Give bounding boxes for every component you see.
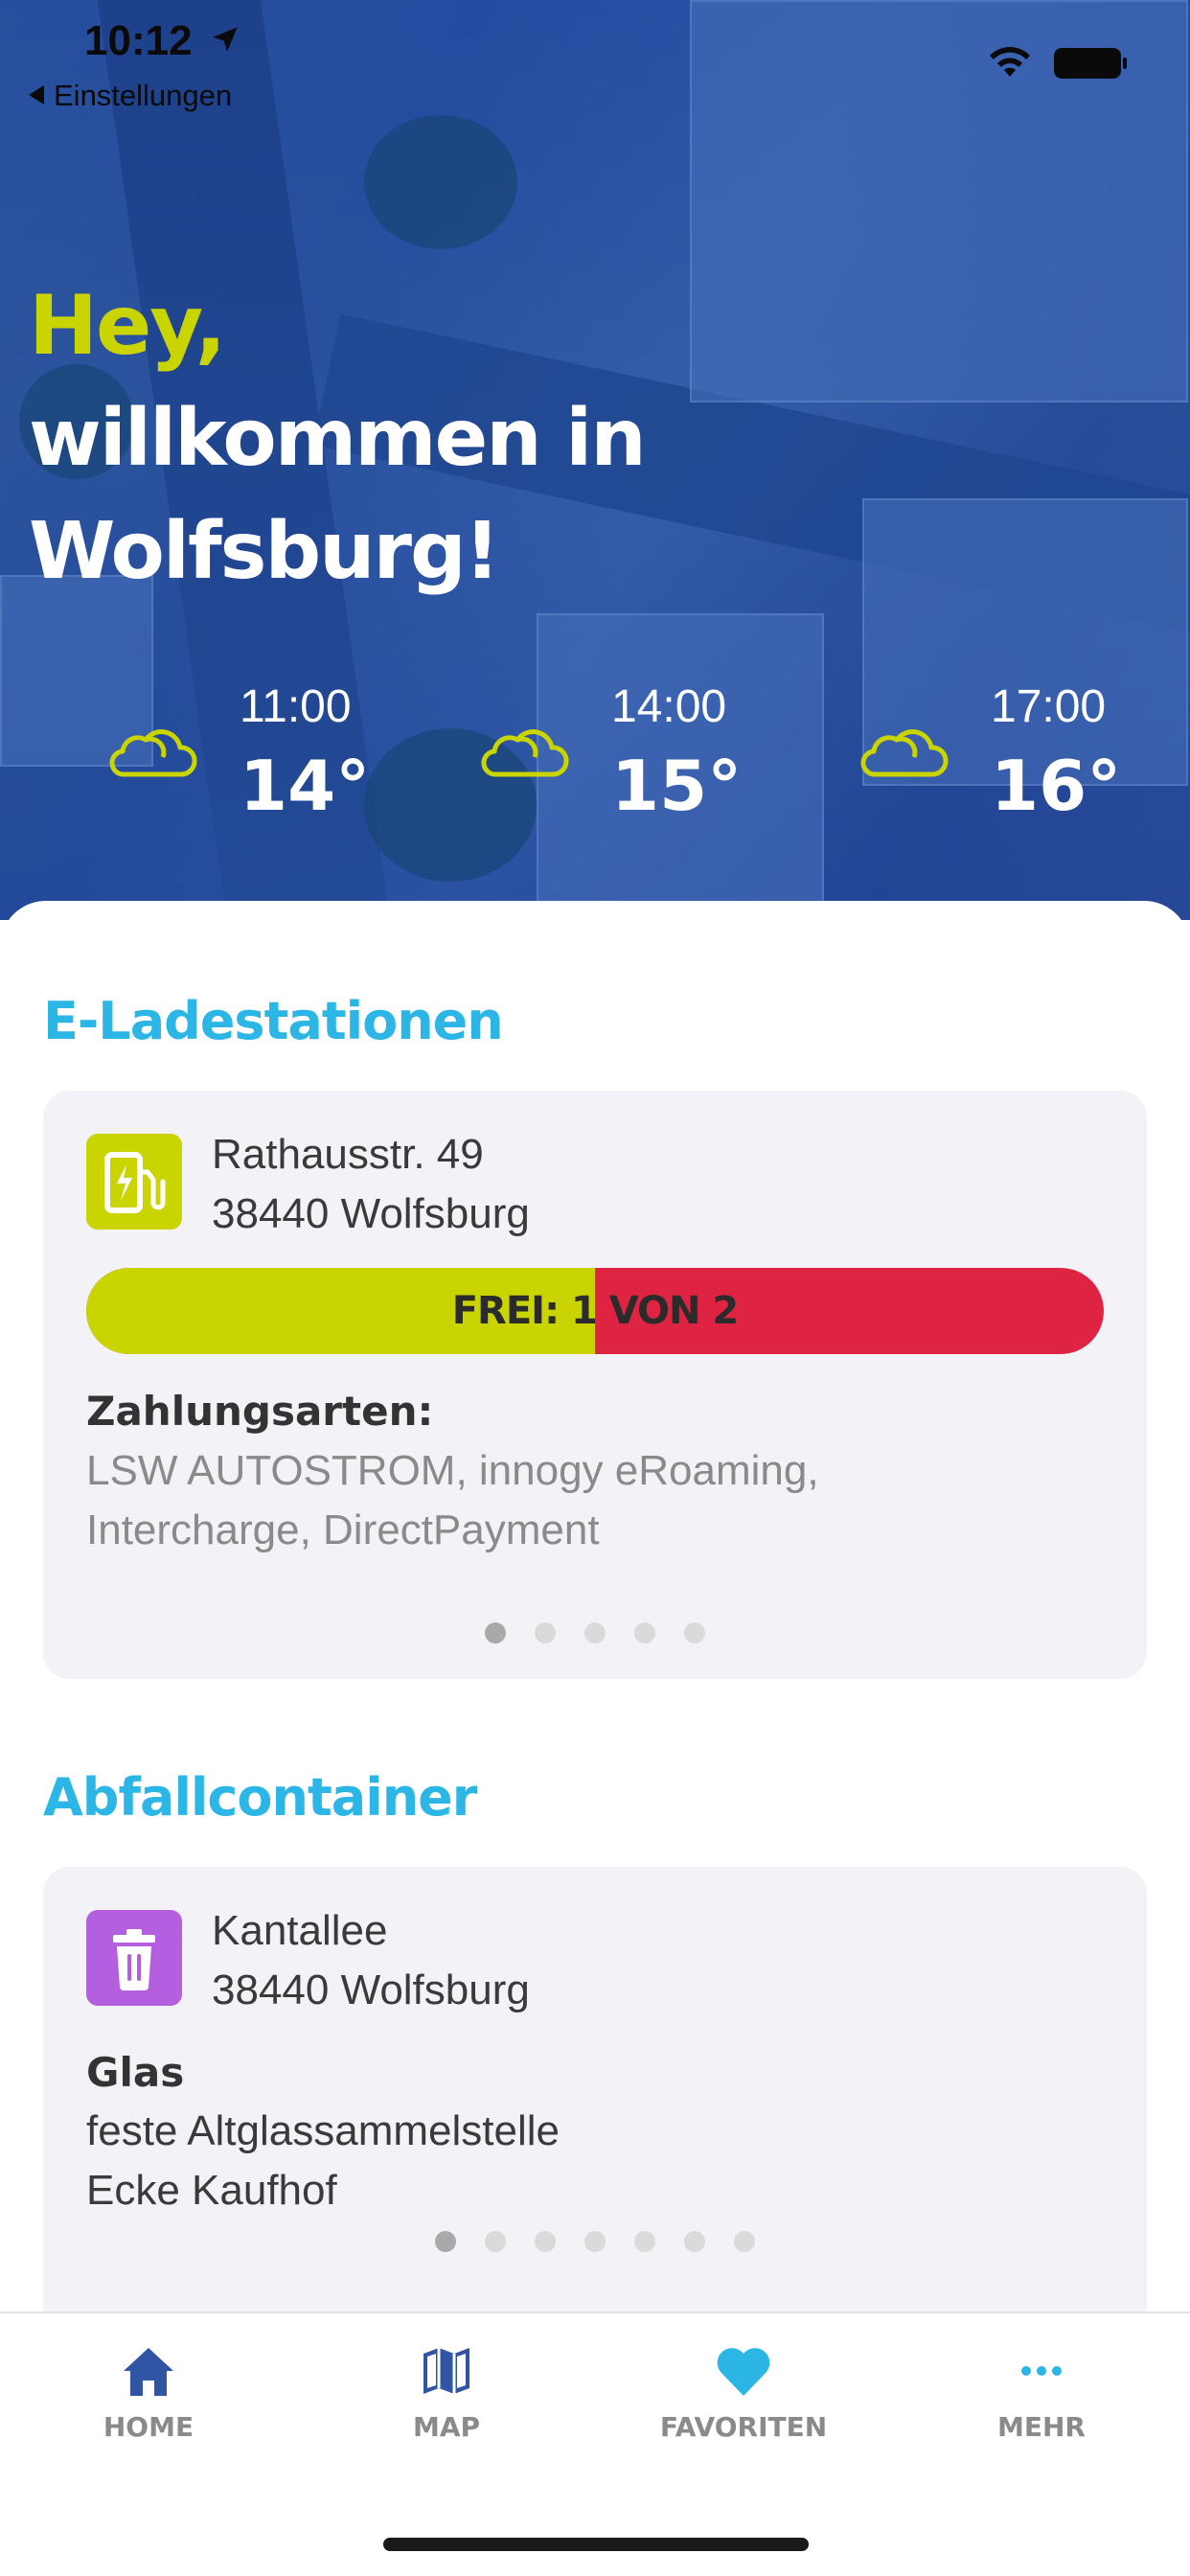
tab-bar: HOME MAP FAVORITEN MEHR [0,2312,1190,2576]
page-dot[interactable] [684,1622,705,1644]
ev-charger-icon-tile [86,1134,182,1230]
page-dot[interactable] [634,1622,655,1644]
tab-label: HOME [103,2411,195,2443]
payment-line-2: Intercharge, DirectPayment [86,1506,600,1553]
battery-icon [1054,48,1127,79]
charging-section-title: E-Ladestationen [43,991,504,1051]
payment-heading: Zahlungsarten: [86,1388,434,1435]
address-line-1: Rathausstr. 49 [212,1131,484,1178]
waste-description: feste Altglassammelstelle Ecke Kaufhof [86,2102,560,2220]
weather-forecast-item: 14:00 15° [477,671,784,843]
page-dot[interactable] [684,2231,705,2252]
weather-time: 14:00 [611,681,727,732]
wifi-icon [990,47,1030,77]
waste-container-card[interactable]: Kantallee 38440 Wolfsburg Glas feste Alt… [43,1867,1147,2365]
tab-label: FAVORITEN [659,2411,828,2443]
weather-temp: 14° [240,746,371,826]
page-dot[interactable] [634,2231,655,2252]
waste-category: Glas [86,2049,185,2096]
tab-label: MEHR [997,2411,1086,2443]
page-dot[interactable] [485,2231,506,2252]
page-dot[interactable] [535,2231,556,2252]
hero-banner: 10:12 Einstellungen Hey, willkommen in W… [0,0,1190,920]
weather-temp: 15° [611,746,743,826]
back-to-settings-link[interactable]: Einstellungen [29,79,232,113]
weather-time: 17:00 [991,681,1107,732]
weather-forecast-item: 11:00 14° [105,671,412,843]
cloud-icon [109,729,197,777]
waste-address: Kantallee 38440 Wolfsburg [212,1901,530,2020]
page-dot[interactable] [584,2231,606,2252]
heart-icon [717,2348,770,2396]
page-dot[interactable] [435,2231,456,2252]
page-dot[interactable] [485,1622,506,1644]
description-line-1: feste Altglassammelstelle [86,2107,560,2154]
page-dot[interactable] [734,2231,755,2252]
greeting-line-2: Wolfsburg! [29,506,500,597]
trash-icon-tile [86,1910,182,2006]
status-bar: 10:12 Einstellungen [0,0,1190,115]
home-indicator[interactable] [383,2538,809,2551]
page-dot[interactable] [584,1622,606,1644]
page-dot[interactable] [535,1622,556,1644]
tab-map[interactable]: MAP [332,2342,561,2457]
tab-more[interactable]: MEHR [927,2342,1156,2457]
back-label: Einstellungen [54,79,233,112]
charging-station-card[interactable]: Rathausstr. 49 38440 Wolfsburg FREI: 1 V… [43,1091,1147,1679]
address-line-1: Kantallee [212,1907,388,1954]
availability-bar: FREI: 1 VON 2 [86,1268,1104,1354]
home-icon [124,2348,173,2396]
content-sheet[interactable]: E-Ladestationen Rathausstr. 49 38440 Wol… [0,901,1190,2365]
address-line-2: 38440 Wolfsburg [212,1190,530,1237]
ev-charger-icon [104,1152,166,1213]
waste-section-title: Abfallcontainer [43,1767,477,1828]
map-icon [423,2348,469,2394]
availability-label: FREI: 1 VON 2 [451,1289,740,1333]
payment-line-1: LSW AUTOSTROM, innogy eRoaming, [86,1447,819,1494]
tab-label: MAP [412,2411,481,2443]
description-line-2: Ecke Kaufhof [86,2167,337,2214]
greeting-line-1: willkommen in [29,393,647,484]
cloud-icon [860,729,949,777]
trash-icon [113,1929,155,1990]
greeting-accent: Hey, [29,278,226,374]
weather-temp: 16° [991,746,1122,826]
back-triangle-icon [29,85,44,104]
status-time: 10:12 [84,17,193,64]
location-arrow-icon [213,27,238,52]
tab-favorites[interactable]: FAVORITEN [629,2342,858,2457]
more-icon [1021,2366,1062,2376]
address-line-2: 38440 Wolfsburg [212,1966,530,2013]
waste-page-dots[interactable] [43,2231,1147,2256]
tab-home[interactable]: HOME [34,2342,263,2457]
weather-forecast-item: 17:00 16° [857,671,1163,843]
payment-methods: LSW AUTOSTROM, innogy eRoaming, Intercha… [86,1441,819,1560]
charging-page-dots[interactable] [43,1622,1147,1647]
weather-time: 11:00 [240,681,352,732]
charging-address: Rathausstr. 49 38440 Wolfsburg [212,1125,530,1244]
cloud-icon [481,729,569,777]
